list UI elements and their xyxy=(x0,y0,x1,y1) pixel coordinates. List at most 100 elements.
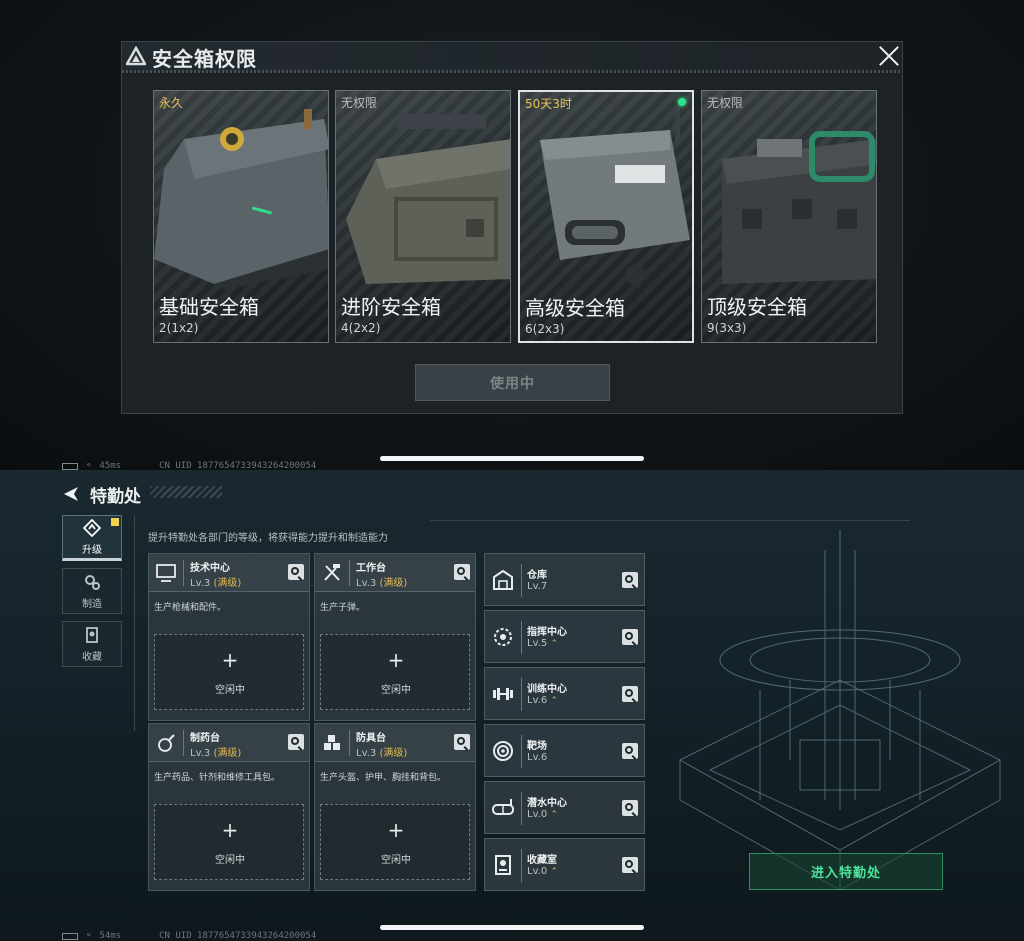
card-name: 进阶安全箱 xyxy=(341,295,441,319)
collection-icon xyxy=(495,855,511,875)
card-tag: 无权限 xyxy=(341,96,378,110)
facility-level: Lv.0 ⌃ xyxy=(527,866,558,877)
header-row: 特勤处 xyxy=(62,482,141,507)
tab-label: 收藏 xyxy=(82,651,102,663)
dept-description: 生产头盔、护甲、胸挂和背包。 xyxy=(320,773,447,783)
notification-badge xyxy=(111,518,119,526)
card-size: 4(2x2) xyxy=(341,321,381,335)
facility-name: 收藏室 xyxy=(527,855,557,866)
safe-box-card-list: 永久 基础安全箱 2(1x2) 无权限 进阶安全箱 4(2x2) 50天3时 高… xyxy=(153,90,878,344)
safe-box-card-premium[interactable]: 50天3时 高级安全箱 6(2x3) xyxy=(518,90,694,343)
slot-status: 空闲中 xyxy=(215,855,245,866)
safe-box-card-basic[interactable]: 永久 基础安全箱 2(1x2) xyxy=(153,90,329,343)
facility-diving-center[interactable]: 潜水中心 Lv.0 ⌃ xyxy=(484,781,645,834)
production-slot[interactable]: + 空闲中 xyxy=(320,804,470,880)
target-icon xyxy=(493,741,513,761)
dept-name: 技术中心 xyxy=(190,563,230,574)
gears-icon xyxy=(85,574,100,590)
card-size: 9(3x3) xyxy=(707,321,747,335)
safe-box-card-top[interactable]: 无权限 顶级安全箱 9(3x3) xyxy=(701,90,877,343)
ping-text: 54ms xyxy=(99,931,122,941)
production-slot[interactable]: + 空闲中 xyxy=(320,634,470,710)
facility-name: 潜水中心 xyxy=(527,798,567,809)
search-icon[interactable] xyxy=(288,734,304,750)
modal-title: 安全箱权限 xyxy=(152,47,257,71)
facility-name: 仓库 xyxy=(527,570,547,581)
dumbbell-icon xyxy=(493,688,513,700)
dept-level: Lv.3 (满级) xyxy=(190,748,242,759)
search-icon[interactable] xyxy=(454,734,470,750)
search-icon[interactable] xyxy=(454,564,470,580)
tab-label: 升级 xyxy=(82,544,102,556)
dept-card-pharmacy: 制药台 Lv.3 (满级) 生产药品、针剂和维修工具包。 + 空闲中 xyxy=(148,723,310,891)
safe-box-image xyxy=(540,110,690,285)
wifi-icon: ⌔ xyxy=(86,931,92,941)
card-name: 高级安全箱 xyxy=(525,296,625,320)
close-icon[interactable] xyxy=(878,45,900,67)
facility-name: 指挥中心 xyxy=(527,627,567,638)
in-use-button[interactable]: 使用中 xyxy=(415,364,610,401)
safe-box-image xyxy=(154,109,328,289)
dept-description: 生产药品、针剂和维修工具包。 xyxy=(154,773,281,783)
collection-icon xyxy=(86,626,98,643)
plus-icon: + xyxy=(221,818,239,842)
uid-text: CN UID 1877654733943264200054 xyxy=(159,931,317,941)
diving-mask-icon xyxy=(492,799,514,815)
delta-logo-icon xyxy=(126,46,146,66)
plus-icon: + xyxy=(387,648,405,672)
search-icon[interactable] xyxy=(622,686,638,702)
dept-header: 技术中心 Lv.3 (满级) xyxy=(149,554,309,592)
tab-upgrade[interactable]: 升级 xyxy=(62,515,122,561)
dept-name: 防具台 xyxy=(356,733,386,744)
safe-box-card-advanced[interactable]: 无权限 进阶安全箱 4(2x2) xyxy=(335,90,511,343)
dept-level: Lv.3 (满级) xyxy=(356,748,408,759)
hammer-wrench-icon xyxy=(324,564,340,581)
facility-collection-room[interactable]: 收藏室 Lv.0 ⌃ xyxy=(484,838,645,891)
back-arrow-icon[interactable] xyxy=(62,485,80,503)
dept-name: 制药台 xyxy=(190,733,220,744)
card-name: 顶级安全箱 xyxy=(707,295,807,319)
card-tag: 无权限 xyxy=(707,96,744,110)
facility-shooting-range[interactable]: 靶场 Lv.6 xyxy=(484,724,645,777)
facility-level: Lv.6 ⌃ xyxy=(527,695,558,706)
cubes-icon xyxy=(324,735,340,750)
facility-training-center[interactable]: 训练中心 Lv.6 ⌃ xyxy=(484,667,645,720)
home-indicator[interactable] xyxy=(380,925,644,930)
facility-warehouse[interactable]: 仓库 Lv.7 xyxy=(484,553,645,606)
tab-collection[interactable]: 收藏 xyxy=(62,621,122,667)
facility-level: Lv.5 ⌃ xyxy=(527,638,558,649)
enter-special-ops-button[interactable]: 进入特勤处 xyxy=(749,853,943,890)
title-decoration xyxy=(150,486,222,498)
production-slot[interactable]: + 空闲中 xyxy=(154,634,304,710)
dept-header: 工作台 Lv.3 (满级) xyxy=(315,554,475,592)
monitor-icon xyxy=(156,564,176,582)
card-tag: 50天3时 xyxy=(525,97,572,111)
search-icon[interactable] xyxy=(622,572,638,588)
dept-description: 生产子弹。 xyxy=(320,603,366,613)
production-slot[interactable]: + 空闲中 xyxy=(154,804,304,880)
tab-craft[interactable]: 制造 xyxy=(62,568,122,614)
search-icon[interactable] xyxy=(622,857,638,873)
search-icon[interactable] xyxy=(622,800,638,816)
slot-status: 空闲中 xyxy=(381,685,411,696)
facility-level: Lv.7 xyxy=(527,581,548,592)
search-icon[interactable] xyxy=(622,629,638,645)
home-indicator[interactable] xyxy=(380,456,644,461)
page-title: 特勤处 xyxy=(90,486,141,507)
card-size: 2(1x2) xyxy=(159,321,199,335)
dept-header: 制药台 Lv.3 (满级) xyxy=(149,724,309,762)
dept-level: Lv.3 (满级) xyxy=(190,578,242,589)
special-ops-screen: 特勤处 升级 制造 收藏 提升特勤处各部门的等级，将获得能力提升和制造能力 技术… xyxy=(0,470,1024,941)
dept-card-workbench: 工作台 Lv.3 (满级) 生产子弹。 + 空闲中 xyxy=(314,553,476,721)
safe-box-modal: 安全箱权限 永久 基础安全箱 2(1x2) 无权限 进阶安全箱 4(2x2) 5… xyxy=(121,41,903,414)
facility-name: 靶场 xyxy=(527,741,547,752)
side-divider xyxy=(134,516,135,731)
plus-icon: + xyxy=(387,818,405,842)
dept-name: 工作台 xyxy=(356,563,386,574)
modal-header: 安全箱权限 xyxy=(122,42,902,72)
slot-status: 空闲中 xyxy=(381,855,411,866)
tab-label: 制造 xyxy=(82,598,102,610)
search-icon[interactable] xyxy=(622,743,638,759)
facility-command-center[interactable]: 指挥中心 Lv.5 ⌃ xyxy=(484,610,645,663)
search-icon[interactable] xyxy=(288,564,304,580)
